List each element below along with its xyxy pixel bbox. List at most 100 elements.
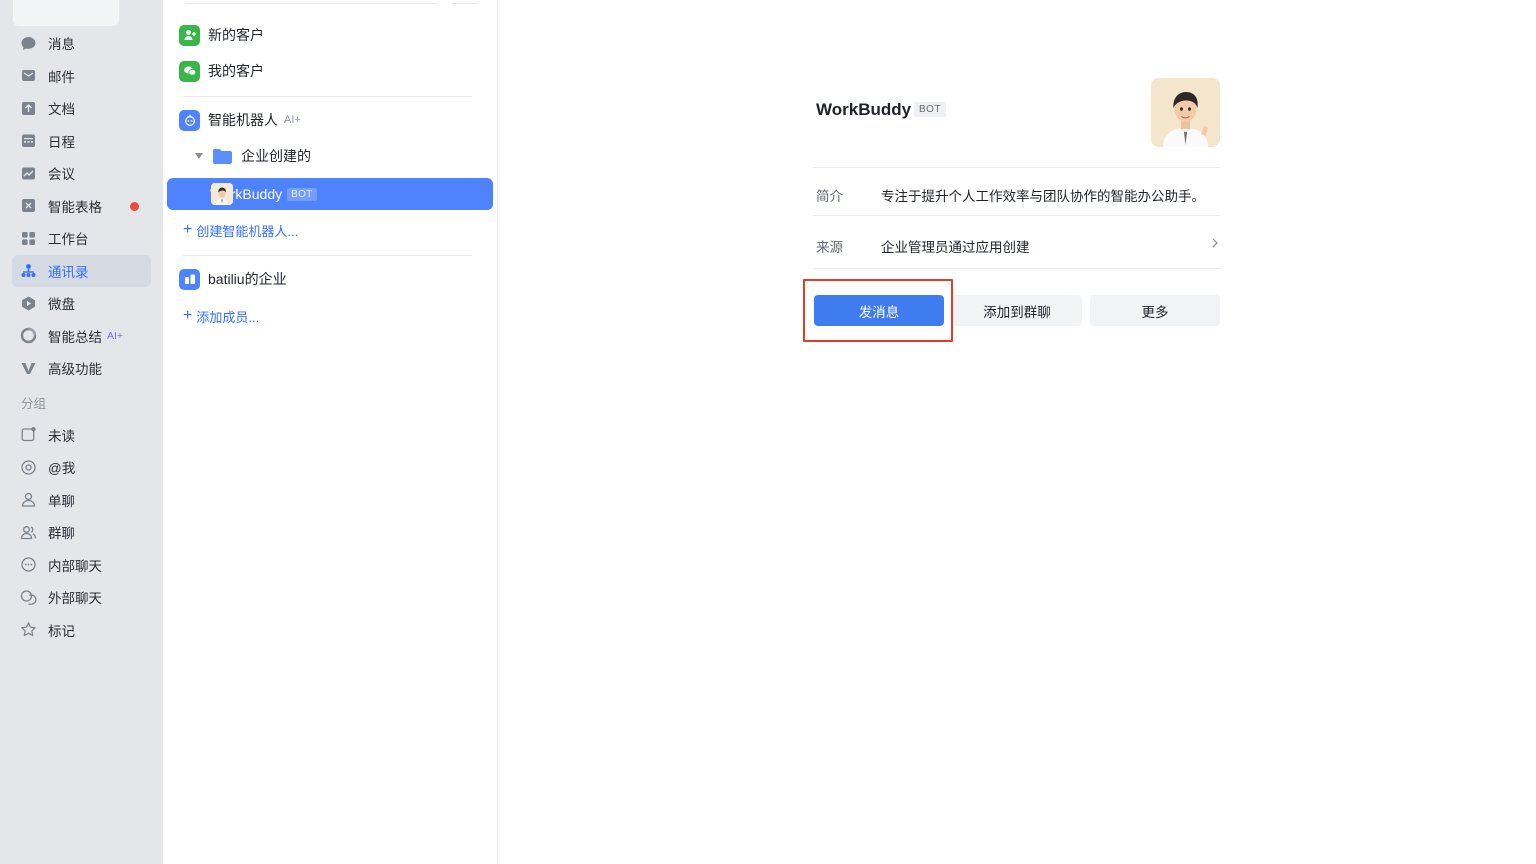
add-customer-icon [179,24,200,46]
folder-label: 企业创建的 [241,148,311,164]
group-item-single-chat[interactable]: 单聊 [12,484,151,517]
nav-label: 文档 [48,102,75,118]
add-to-group-button[interactable]: 添加到群聊 [952,295,1082,326]
docs-icon [20,100,37,117]
divider [813,167,1220,168]
list-item-label: 新的客户 [208,27,264,43]
group-chat-icon [20,524,37,541]
intro-label: 简介 [816,189,843,204]
group-label: 标记 [48,623,75,639]
group-label: @我 [48,461,76,477]
calendar-icon [20,132,37,149]
star-icon [20,621,37,638]
robot-icon [179,109,200,131]
list-item-smart-robots[interactable]: 智能机器人 AI+ [179,105,301,135]
group-item-external-chat[interactable]: 外部聊天 [12,581,151,614]
group-label: 群聊 [48,526,75,542]
nav-label: 智能总结 [48,329,102,345]
more-button[interactable]: 更多 [1090,295,1220,326]
nav-item-smart-sheet[interactable]: 智能表格 [12,190,151,223]
nav-item-meeting[interactable]: 会议 [12,157,151,190]
left-sidebar: 消息 邮件 文档 日程 会议 智能表格 工作台 通讯录 微盘 智能总结 AI+ … [0,0,163,864]
nav-item-messages[interactable]: 消息 [12,27,151,60]
unread-badge [130,201,139,211]
folder-enterprise-created[interactable]: 企业创建的 [195,141,311,171]
meeting-icon [20,165,37,182]
drive-icon [20,295,37,312]
source-label: 来源 [816,240,843,255]
contacts-list-panel: 新的客户 我的客户 智能机器人 AI+ 企业创建的 WorkBuddy BOT … [163,0,498,864]
nav-item-advanced[interactable]: 高级功能 [12,352,151,385]
nav-item-drive[interactable]: 微盘 [12,287,151,320]
nav-item-contacts[interactable]: 通讯录 [12,254,151,287]
link-label: 创建智能机器人... [196,223,299,239]
nav-item-smart-summary[interactable]: 智能总结 AI+ [12,320,151,353]
nav-label: 邮件 [48,69,75,85]
add-member-link[interactable]: + 添加成员... [183,306,259,326]
plus-icon: + [183,221,193,238]
highlight-box [803,279,953,342]
single-chat-icon [20,491,37,508]
nav-label: 智能表格 [48,199,102,215]
ai-plus-tag: AI+ [284,114,301,126]
divider [813,268,1220,269]
intro-value: 专注于提升个人工作效率与团队协作的智能办公助手。 [881,189,1205,204]
wechat-icon [179,60,200,82]
nav-label: 通讯录 [48,264,89,280]
expand-caret-icon[interactable] [195,153,203,159]
profile-bot-badge: BOT [914,102,947,117]
contacts-icon [20,262,37,279]
nav-item-mail[interactable]: 邮件 [12,60,151,93]
group-label: 内部聊天 [48,558,102,574]
group-item-internal-chat[interactable]: 内部聊天 [12,549,151,582]
group-item-marked[interactable]: 标记 [12,614,151,647]
user-avatar-placeholder[interactable] [13,0,119,26]
list-item-organization[interactable]: batiliu的企业 [179,264,287,294]
list-item-workbuddy-selected[interactable]: WorkBuddy BOT [167,178,493,210]
group-label: 未读 [48,428,75,444]
link-label: 添加成员... [196,309,260,325]
nav-item-calendar[interactable]: 日程 [12,125,151,158]
folder-icon [213,148,232,164]
smart-summary-icon [20,327,37,344]
add-button[interactable] [452,0,478,4]
mail-icon [20,67,37,84]
source-value[interactable]: 企业管理员通过应用创建 [881,236,1030,256]
profile-panel: WorkBuddy BOT 简介 专注于提升个人工作效率与团队协作的智能办公助手… [498,0,1536,864]
unread-icon [20,426,37,443]
smart-sheet-icon [20,197,37,214]
nav-item-workbench[interactable]: 工作台 [12,222,151,255]
search-input[interactable] [185,0,437,4]
bot-badge: BOT [287,187,317,201]
divider [183,255,472,256]
external-chat-icon [20,589,37,606]
group-item-group-chat[interactable]: 群聊 [12,516,151,549]
group-label: 外部聊天 [48,591,102,607]
list-item-new-customers[interactable]: 新的客户 [179,20,264,50]
create-robot-link[interactable]: + 创建智能机器人... [183,220,298,240]
advanced-icon [20,360,37,377]
group-item-at-me[interactable]: @我 [12,451,151,484]
at-icon [20,459,37,476]
group-item-unread[interactable]: 未读 [12,419,151,452]
bot-avatar [211,183,233,205]
workbench-icon [20,230,37,247]
group-section-title: 分组 [21,397,47,411]
divider [183,96,472,97]
internal-chat-icon [20,556,37,573]
group-label: 单聊 [48,493,75,509]
nav-label: 日程 [48,134,75,150]
nav-label: 微盘 [48,297,75,313]
profile-avatar[interactable] [1151,78,1220,147]
chevron-right-icon[interactable] [1209,236,1221,250]
list-item-my-customers[interactable]: 我的客户 [179,56,264,86]
list-item-label: batiliu的企业 [208,271,287,287]
profile-name: WorkBuddy [816,100,912,119]
list-item-label: 智能机器人 [208,112,278,128]
main-nav: 消息 邮件 文档 日程 会议 智能表格 工作台 通讯录 微盘 智能总结 AI+ … [12,27,151,646]
nav-label: 高级功能 [48,362,102,378]
nav-label: 消息 [48,37,75,53]
nav-item-docs[interactable]: 文档 [12,92,151,125]
organization-icon [179,268,200,290]
divider [813,215,1220,216]
